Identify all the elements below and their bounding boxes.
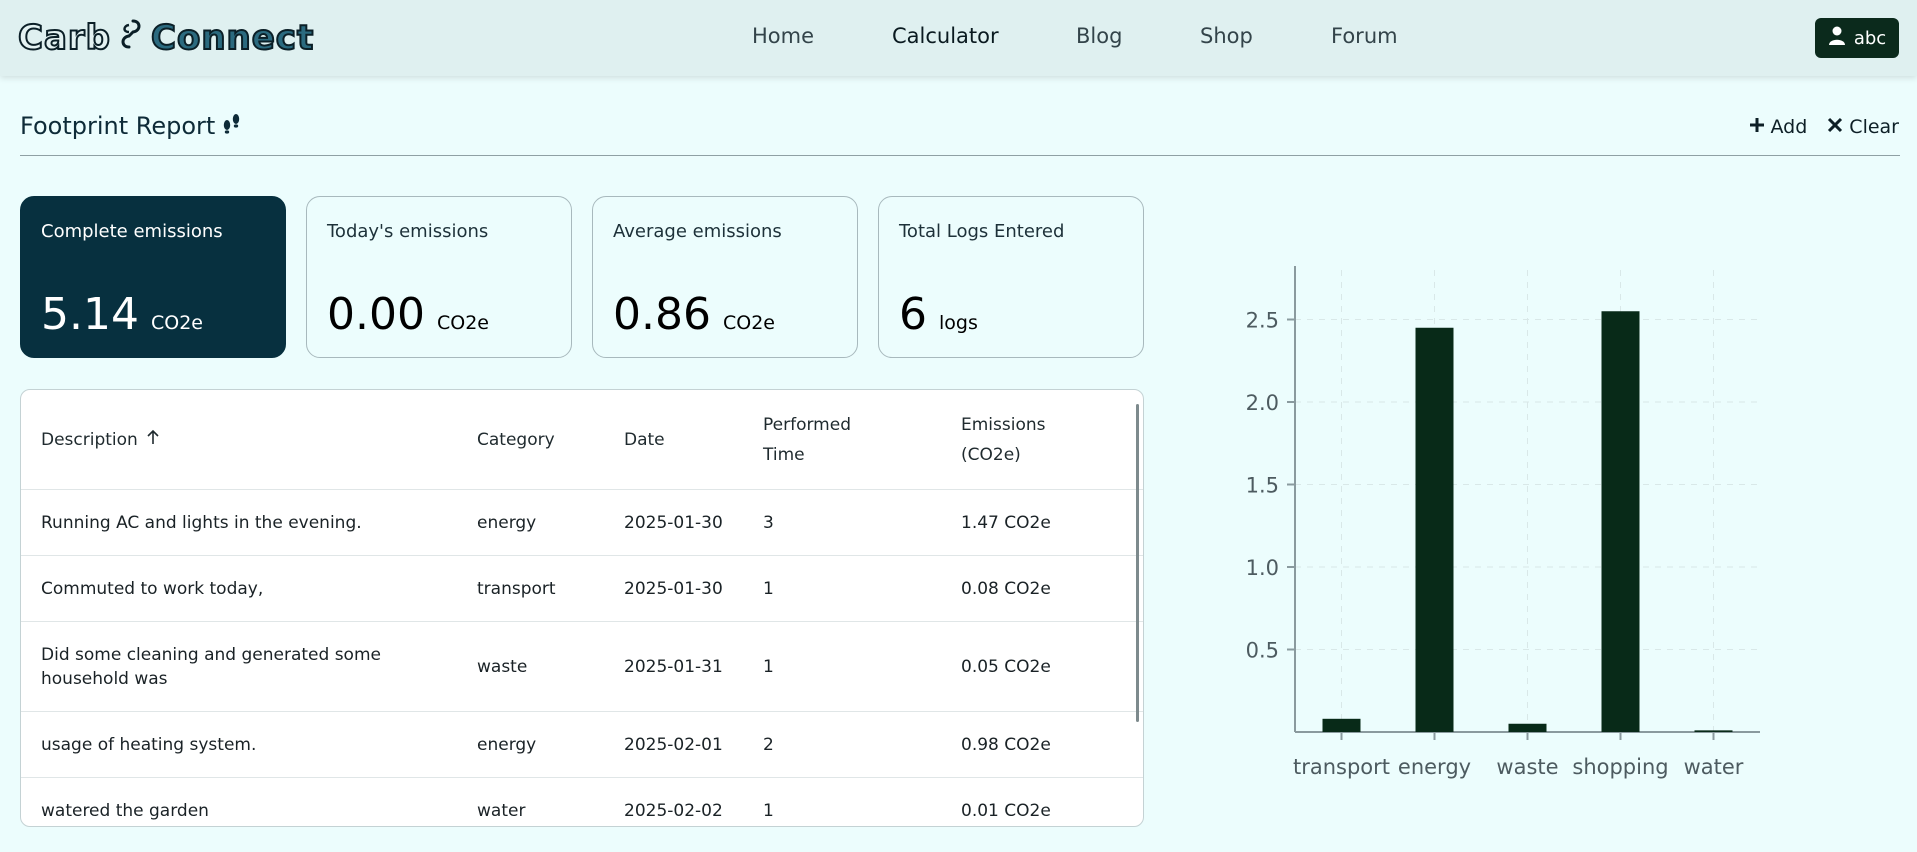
column-header-performed-time[interactable]: Performed Time (763, 410, 851, 470)
user-icon (1828, 26, 1846, 51)
stat-card-total-logs: Total Logs Entered 6 logs (878, 196, 1144, 358)
stat-label: Total Logs Entered (899, 221, 1065, 242)
y-tick-label: 2.0 (1246, 391, 1279, 415)
page-title-text: Footprint Report (20, 112, 216, 140)
cell-performed-time: 1 (763, 801, 774, 821)
page-title: Footprint Report (20, 112, 243, 140)
user-name: abc (1853, 27, 1887, 49)
cell-category: energy (477, 513, 537, 533)
cell-date: 2025-01-30 (624, 513, 723, 533)
y-tick-label: 1.5 (1246, 474, 1279, 498)
cell-emissions: 0.01 CO2e (961, 801, 1051, 821)
stat-card-complete-emissions: Complete emissions 5.14 CO2e (20, 196, 286, 358)
cell-performed-time: 1 (763, 657, 774, 677)
add-button-label: Add (1770, 116, 1808, 138)
y-tick-label: 1.0 (1246, 556, 1279, 580)
top-navbar: Carb Connect Home Calculator Blog Shop F… (0, 0, 1917, 76)
table-row[interactable]: Did some cleaning and generated some hou… (21, 622, 1143, 712)
stat-value: 0.86 (613, 289, 711, 340)
stat-value: 5.14 (41, 289, 139, 340)
table-header-row: Description Category Date Performed Time… (21, 390, 1143, 490)
cell-performed-time: 1 (763, 579, 774, 599)
bar-water (1694, 730, 1733, 732)
x-tick-label: water (1684, 755, 1744, 779)
stat-unit: logs (939, 312, 978, 334)
table-row[interactable]: usage of heating system. energy 2025-02-… (21, 712, 1143, 778)
cell-date: 2025-02-01 (624, 735, 723, 755)
cell-date: 2025-01-31 (624, 657, 723, 677)
column-header-description[interactable]: Description (41, 425, 160, 455)
cell-category: water (477, 801, 526, 821)
cell-description-line: Did some cleaning and generated some (41, 645, 381, 665)
column-header-label: Description (41, 430, 138, 450)
cell-description: Commuted to work today, (41, 579, 264, 599)
table-row[interactable]: watered the garden water 2025-02-02 1 0.… (21, 778, 1143, 826)
column-header-label: Time (763, 445, 805, 465)
nav-blog[interactable]: Blog (1076, 24, 1122, 48)
bar-shopping (1601, 311, 1640, 732)
cell-date: 2025-02-02 (624, 801, 723, 821)
table-scrollbar[interactable] (1136, 404, 1139, 722)
nav-forum[interactable]: Forum (1331, 24, 1398, 48)
cell-date: 2025-01-30 (624, 579, 723, 599)
y-tick-label: 2.5 (1246, 309, 1279, 333)
divider (20, 155, 1900, 156)
close-icon (1827, 116, 1843, 138)
user-menu-button[interactable]: abc (1815, 18, 1899, 58)
x-tick-label: waste (1496, 755, 1558, 779)
column-header-label: Performed (763, 415, 851, 435)
cell-category: waste (477, 657, 528, 677)
column-header-emissions[interactable]: Emissions (CO2e) (961, 410, 1046, 470)
column-header-label: (CO2e) (961, 445, 1021, 465)
stat-value: 0.00 (327, 289, 425, 340)
cell-performed-time: 3 (763, 513, 774, 533)
x-tick-label: energy (1398, 755, 1471, 779)
stat-unit: CO2e (436, 312, 489, 334)
arrow-up-icon[interactable] (146, 425, 160, 455)
cell-description: Did some cleaning and generated some hou… (41, 643, 381, 691)
main-nav: Home Calculator Blog Shop Forum (0, 0, 1917, 76)
emissions-table: Description Category Date Performed Time… (20, 389, 1144, 827)
cell-description: Running AC and lights in the evening. (41, 513, 362, 533)
cell-emissions: 0.05 CO2e (961, 657, 1051, 677)
bar-energy (1415, 327, 1454, 732)
stat-card-today-emissions: Today's emissions 0.00 CO2e (306, 196, 572, 358)
table-row[interactable]: Running AC and lights in the evening. en… (21, 490, 1143, 556)
bar-transport (1322, 718, 1361, 732)
cell-emissions: 0.98 CO2e (961, 735, 1051, 755)
bar-waste (1508, 723, 1547, 732)
nav-home[interactable]: Home (752, 24, 814, 48)
add-button[interactable]: Add (1749, 116, 1808, 138)
stat-card-average-emissions: Average emissions 0.86 CO2e (592, 196, 858, 358)
table-row[interactable]: Commuted to work today, transport 2025-0… (21, 556, 1143, 622)
column-header-date[interactable]: Date (624, 425, 665, 455)
column-header-label: Emissions (961, 415, 1046, 435)
clear-button-label: Clear (1849, 116, 1899, 138)
cell-emissions: 0.08 CO2e (961, 579, 1051, 599)
stat-unit: CO2e (150, 312, 203, 334)
x-tick-label: transport (1293, 755, 1390, 779)
report-actions: Add Clear (1749, 116, 1899, 138)
cell-description: watered the garden (41, 801, 209, 821)
nav-shop[interactable]: Shop (1200, 24, 1253, 48)
x-tick-label: shopping (1572, 755, 1668, 779)
cell-description: usage of heating system. (41, 735, 257, 755)
stat-unit: CO2e (722, 312, 775, 334)
cell-emissions: 1.47 CO2e (961, 513, 1051, 533)
cell-performed-time: 2 (763, 735, 774, 755)
cell-category: energy (477, 735, 537, 755)
plus-icon (1749, 116, 1765, 138)
footprints-icon (221, 112, 243, 140)
clear-button[interactable]: Clear (1827, 116, 1899, 138)
stat-label: Complete emissions (41, 221, 223, 242)
stat-label: Average emissions (613, 221, 782, 242)
cell-description-line: household was (41, 669, 168, 689)
emissions-by-category-chart: 0.5 1.0 1.5 2.0 2.5 transport energy waste shopp… (1246, 266, 1760, 779)
stat-label: Today's emissions (327, 221, 489, 242)
nav-calculator[interactable]: Calculator (892, 24, 999, 48)
cell-category: transport (477, 579, 556, 599)
y-tick-label: 0.5 (1246, 639, 1279, 663)
column-header-category[interactable]: Category (477, 425, 555, 455)
stat-value: 6 (899, 289, 927, 340)
